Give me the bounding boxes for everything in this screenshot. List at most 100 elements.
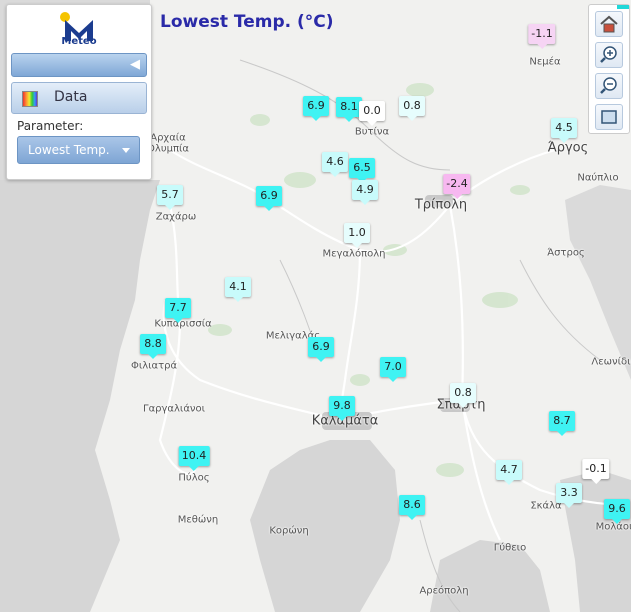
station-marker[interactable]: 5.7: [157, 185, 183, 210]
marker-pointer: [388, 377, 398, 382]
station-value: -2.4: [443, 174, 471, 194]
marker-pointer: [360, 200, 370, 205]
station-value: 0.8: [450, 383, 476, 403]
station-value: 7.7: [165, 298, 191, 318]
station-marker[interactable]: 4.9: [352, 180, 378, 205]
town-label: Αρχαία: [150, 132, 186, 144]
station-marker[interactable]: 10.4: [178, 446, 210, 471]
station-value: 4.6: [322, 152, 348, 172]
station-value: 3.3: [556, 483, 582, 503]
station-marker[interactable]: -1.1: [528, 24, 556, 49]
town-label: Λεωνίδιο: [591, 356, 631, 368]
toolbar-accent: [617, 5, 629, 9]
marker-pointer: [264, 206, 274, 211]
zoom-extent-icon: [601, 110, 617, 124]
town-label: Βυτίνα: [354, 126, 390, 138]
station-value: 6.9: [303, 96, 329, 116]
town-label: Γαργαλιάνοι: [142, 403, 206, 415]
town-label: Ναύπλιο: [577, 172, 619, 184]
marker-pointer: [352, 243, 362, 248]
town-label: Ζαχάρω: [155, 211, 197, 223]
station-value: -0.1: [582, 459, 610, 479]
marker-pointer: [504, 480, 514, 485]
station-marker[interactable]: 1.0: [344, 223, 370, 248]
station-value: 4.1: [225, 277, 251, 297]
station-value: 4.9: [352, 180, 378, 200]
station-value: 1.0: [344, 223, 370, 243]
zoom-in-button[interactable]: [595, 42, 623, 68]
marker-pointer: [337, 416, 347, 421]
data-button-label: Data: [54, 89, 88, 105]
station-value: 10.4: [178, 446, 210, 466]
station-marker[interactable]: 7.7: [165, 298, 191, 323]
town-label: Φιλιατρά: [130, 360, 178, 372]
station-marker[interactable]: 3.3: [556, 483, 582, 508]
parameter-select-value: Lowest Temp.: [28, 143, 110, 157]
station-value: 6.9: [308, 337, 334, 357]
station-marker[interactable]: 8.7: [549, 411, 575, 436]
zoom-out-icon: [600, 77, 617, 94]
zoom-extent-button[interactable]: [595, 104, 623, 130]
station-value: 8.7: [549, 411, 575, 431]
station-marker[interactable]: 0.0: [359, 101, 385, 126]
control-panel: Meteo ◀ Data Parameter: Lowest Temp.: [6, 4, 152, 180]
station-marker[interactable]: 6.9: [256, 186, 282, 211]
station-marker[interactable]: 0.8: [399, 96, 425, 121]
station-value: -1.1: [528, 24, 556, 44]
town-label: Αρεόπολη: [419, 585, 469, 597]
station-marker[interactable]: -2.4: [443, 174, 471, 199]
data-button[interactable]: Data: [11, 82, 147, 114]
station-value: 0.0: [359, 101, 385, 121]
station-value: 7.0: [380, 357, 406, 377]
station-marker[interactable]: 6.9: [308, 337, 334, 362]
town-label: Άστρος: [547, 247, 585, 259]
station-marker[interactable]: 4.6: [322, 152, 348, 177]
station-marker[interactable]: 0.8: [450, 383, 476, 408]
station-value: 8.8: [140, 334, 166, 354]
map-title: Lowest Temp. (°C): [160, 12, 334, 32]
station-value: 6.5: [349, 158, 375, 178]
marker-pointer: [344, 117, 354, 122]
station-marker[interactable]: 9.8: [329, 396, 355, 421]
station-value: 8.6: [399, 495, 425, 515]
station-marker[interactable]: 8.6: [399, 495, 425, 520]
marker-pointer: [591, 479, 601, 484]
home-icon: [600, 15, 618, 33]
parameter-select[interactable]: Lowest Temp.: [17, 136, 140, 164]
station-value: 9.8: [329, 396, 355, 416]
station-marker[interactable]: 6.9: [303, 96, 329, 121]
palette-icon: [22, 91, 38, 107]
station-value: 0.8: [399, 96, 425, 116]
town-label: Πύλος: [178, 472, 210, 484]
town-label: Μεθώνη: [177, 514, 219, 526]
station-marker[interactable]: 4.5: [551, 118, 577, 143]
collapse-slider[interactable]: ◀: [11, 53, 147, 77]
home-button[interactable]: [595, 11, 623, 37]
map-toolbar: [588, 4, 630, 134]
marker-pointer: [311, 116, 321, 121]
chevron-down-icon: [122, 148, 130, 153]
station-marker[interactable]: -0.1: [582, 459, 610, 484]
town-label: Μεγαλόπολη: [322, 248, 386, 260]
marker-pointer: [407, 515, 417, 520]
marker-pointer: [612, 519, 622, 524]
marker-pointer: [537, 44, 547, 49]
station-marker[interactable]: 4.7: [496, 460, 522, 485]
station-marker[interactable]: 7.0: [380, 357, 406, 382]
zoom-in-icon: [600, 46, 617, 63]
marker-pointer: [564, 503, 574, 508]
marker-pointer: [407, 116, 417, 121]
marker-pointer: [148, 354, 158, 359]
town-label: Νεμέα: [529, 56, 561, 68]
logo-text: Meteo: [61, 36, 97, 47]
zoom-out-button[interactable]: [595, 73, 623, 99]
station-marker[interactable]: 9.6: [604, 499, 630, 524]
station-value: 9.6: [604, 499, 630, 519]
station-value: 4.5: [551, 118, 577, 138]
station-marker[interactable]: 8.8: [140, 334, 166, 359]
station-marker[interactable]: 4.1: [225, 277, 251, 302]
marker-pointer: [173, 318, 183, 323]
marker-pointer: [452, 194, 462, 199]
back-arrow-icon[interactable]: ◀: [130, 57, 140, 72]
marker-pointer: [233, 297, 243, 302]
